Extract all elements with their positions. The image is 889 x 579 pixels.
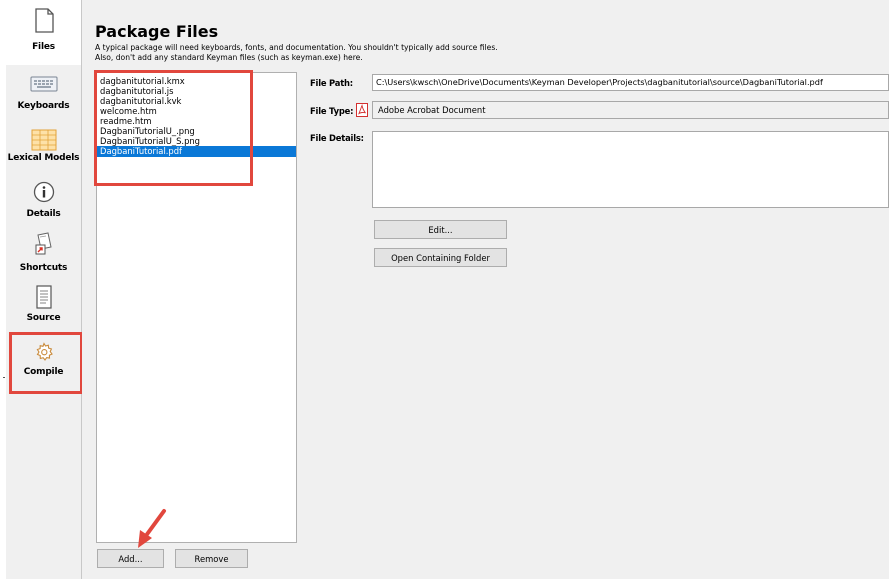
file-type-field: Adobe Acrobat Document xyxy=(372,101,889,119)
list-item[interactable]: dagbanitutorial.kmx xyxy=(100,76,293,86)
page-description: A typical package will need keyboards, f… xyxy=(95,43,498,52)
keyboard-icon xyxy=(30,75,58,93)
file-type-label: File Type: xyxy=(310,106,354,116)
sidebar-item-label: Source xyxy=(26,313,61,323)
sidebar-item-label: Lexical Models xyxy=(7,153,80,163)
sidebar-item-lexical-models[interactable]: Lexical Models xyxy=(6,121,81,173)
document-icon xyxy=(34,284,54,310)
list-item[interactable]: dagbanitutorial.kvk xyxy=(100,96,293,106)
sidebar-item-details[interactable]: Details xyxy=(6,176,81,226)
list-item[interactable]: dagbanitutorial.js xyxy=(100,86,293,96)
sidebar-item-files[interactable]: Files xyxy=(6,0,81,65)
sidebar-item-compile[interactable]: Compile xyxy=(6,332,81,390)
sidebar: Files Keyboards Lexical Models Details S… xyxy=(6,0,82,579)
info-icon xyxy=(33,181,55,203)
list-item[interactable]: welcome.htm xyxy=(100,106,293,116)
pdf-icon xyxy=(356,103,368,117)
file-details-label: File Details: xyxy=(310,133,364,143)
file-path-field[interactable]: C:\Users\kwsch\OneDrive\Documents\Keyman… xyxy=(372,74,889,91)
grid-icon xyxy=(31,129,57,151)
list-item[interactable]: readme.htm xyxy=(100,116,293,126)
edit-button[interactable]: Edit... xyxy=(374,220,507,239)
list-item-selected[interactable]: DagbaniTutorial.pdf xyxy=(97,146,296,157)
sidebar-item-shortcuts[interactable]: Shortcuts xyxy=(6,228,81,278)
list-item[interactable]: DagbaniTutorialU_.png xyxy=(100,126,293,136)
open-containing-folder-button[interactable]: Open Containing Folder xyxy=(374,248,507,267)
remove-button[interactable]: Remove xyxy=(175,549,248,568)
file-list[interactable]: dagbanitutorial.kmx dagbanitutorial.js d… xyxy=(96,72,297,543)
separator xyxy=(3,377,5,378)
add-button[interactable]: Add... xyxy=(97,549,164,568)
sidebar-item-keyboards[interactable]: Keyboards xyxy=(6,69,81,119)
sidebar-item-label: Files xyxy=(32,42,55,52)
sidebar-item-label: Keyboards xyxy=(17,101,70,111)
file-details-field[interactable] xyxy=(372,131,889,208)
page-title: Package Files xyxy=(95,22,219,41)
list-item[interactable]: DagbaniTutorialU_S.png xyxy=(100,136,293,146)
gear-icon xyxy=(34,342,54,362)
sidebar-item-label: Compile xyxy=(23,367,64,377)
shortcut-icon xyxy=(32,232,56,256)
file-path-label: File Path: xyxy=(310,78,353,88)
package-files-panel: Package Files A typical package will nee… xyxy=(82,0,889,579)
sidebar-item-label: Details xyxy=(26,209,61,219)
file-icon xyxy=(32,8,56,34)
page-description-note: Also, don't add any standard Keyman file… xyxy=(95,53,363,62)
sidebar-item-source[interactable]: Source xyxy=(6,280,81,330)
sidebar-item-label: Shortcuts xyxy=(19,263,68,273)
